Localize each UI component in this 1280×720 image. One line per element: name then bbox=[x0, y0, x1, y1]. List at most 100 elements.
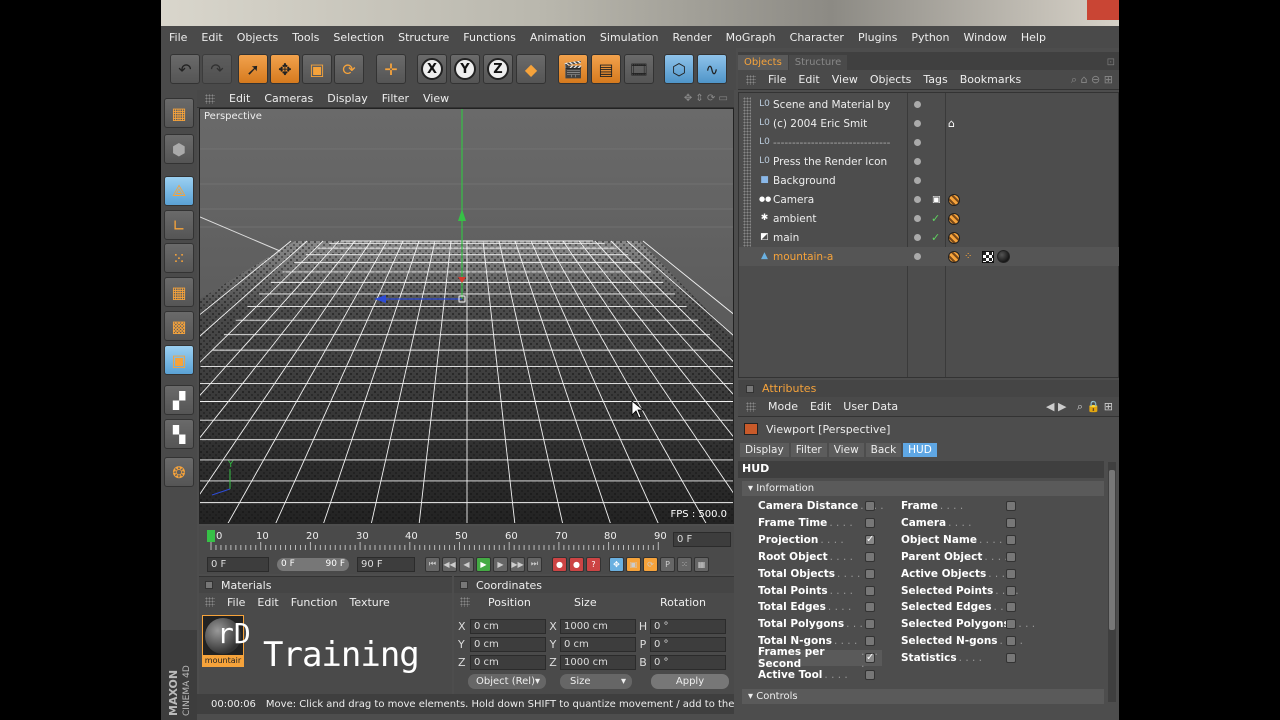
hud-option-checkbox[interactable] bbox=[1006, 585, 1016, 596]
tab-objects[interactable]: Objects bbox=[738, 55, 788, 70]
hud-option-checkbox[interactable] bbox=[1006, 568, 1016, 579]
hud-option-row[interactable]: Frames per Second. . . . bbox=[758, 646, 882, 670]
panel-close-icon[interactable] bbox=[460, 581, 468, 589]
render-region-button[interactable]: ▤ bbox=[591, 54, 621, 84]
autokey-button[interactable]: ● bbox=[569, 556, 584, 572]
hud-option-checkbox[interactable]: ✓ bbox=[865, 653, 875, 664]
hud-option-row[interactable]: Selected N-gons. . . . bbox=[901, 633, 1023, 649]
menu-selection[interactable]: Selection bbox=[333, 31, 384, 44]
use-model-button[interactable]: ▦ bbox=[164, 98, 194, 128]
hud-option-checkbox[interactable] bbox=[1006, 653, 1016, 664]
live-selection-button[interactable]: ➚ bbox=[238, 54, 268, 84]
add-spline-button[interactable]: ∿ bbox=[697, 54, 727, 84]
list-item-selected[interactable]: ▲ mountain-a ⁘ bbox=[739, 247, 1119, 266]
render-view-button[interactable]: 🎬 bbox=[558, 54, 588, 84]
vp-menu-filter[interactable]: Filter bbox=[382, 92, 409, 105]
attr-menu-userdata[interactable]: User Data bbox=[843, 400, 898, 413]
menu-help[interactable]: Help bbox=[1021, 31, 1046, 44]
x-axis-button[interactable]: X bbox=[417, 54, 447, 84]
hud-option-checkbox[interactable] bbox=[865, 551, 875, 562]
timeline-ruler[interactable]: 0 10 20 30 40 50 60 70 80 90 bbox=[199, 526, 734, 554]
vp-menu-view[interactable]: View bbox=[423, 92, 449, 105]
tab-structure[interactable]: Structure bbox=[788, 55, 848, 70]
visibility-dot[interactable] bbox=[914, 234, 921, 241]
timeline-playhead[interactable] bbox=[207, 530, 215, 542]
attr-menu-edit[interactable]: Edit bbox=[810, 400, 831, 413]
attr-nav-icons[interactable]: ◀ ▶ ⌕ 🔒 ⊞ bbox=[1046, 400, 1113, 414]
material-tag-icon[interactable] bbox=[997, 250, 1010, 263]
obj-menu-tags[interactable]: Tags bbox=[923, 73, 947, 86]
next-key-button[interactable]: ▶▶ bbox=[510, 556, 525, 572]
obj-menu-view[interactable]: View bbox=[832, 73, 858, 86]
list-item[interactable]: L0 Press the Render Icon bbox=[739, 152, 1119, 171]
uvw-tag-icon[interactable] bbox=[982, 250, 994, 263]
current-frame-field[interactable]: 0 F bbox=[673, 532, 731, 547]
transform-tool-button[interactable]: ✛ bbox=[376, 54, 406, 84]
visibility-dot[interactable] bbox=[914, 158, 921, 165]
hud-option-row[interactable]: Total Edges. . . . bbox=[758, 599, 851, 615]
list-item[interactable]: ◩ main ✓ bbox=[739, 228, 1119, 247]
key-parameter-button[interactable]: P bbox=[660, 556, 675, 572]
rotation-h-field[interactable]: 0 ° bbox=[650, 618, 726, 634]
size-y-field[interactable]: 0 cm bbox=[560, 636, 636, 652]
hud-option-checkbox[interactable] bbox=[1006, 551, 1016, 562]
hud-option-row[interactable]: Frame Time. . . . bbox=[758, 515, 853, 531]
hud-option-checkbox[interactable] bbox=[1006, 534, 1016, 545]
menu-edit[interactable]: Edit bbox=[201, 31, 222, 44]
list-item[interactable]: ●● Camera ▣ bbox=[739, 190, 1119, 209]
enabled-check-icon[interactable]: ✓ bbox=[931, 212, 940, 225]
menu-mograph[interactable]: MoGraph bbox=[726, 31, 776, 44]
visibility-dot[interactable] bbox=[914, 196, 921, 203]
key-position-button[interactable]: ✥ bbox=[609, 556, 624, 572]
visibility-dot[interactable] bbox=[914, 139, 921, 146]
goto-end-button[interactable]: ⏭ bbox=[527, 556, 542, 572]
timeline[interactable]: 0 10 20 30 40 50 60 70 80 90 0 F bbox=[199, 526, 734, 554]
prev-key-button[interactable]: ◀◀ bbox=[442, 556, 457, 572]
grip-icon[interactable] bbox=[205, 597, 215, 607]
playback-options-button[interactable]: ▦ bbox=[694, 556, 709, 572]
hud-option-checkbox[interactable] bbox=[865, 517, 875, 528]
tab-display[interactable]: Display bbox=[740, 442, 789, 457]
texture-tag-icon[interactable] bbox=[948, 231, 960, 244]
position-x-field[interactable]: 0 cm bbox=[470, 618, 546, 634]
tab-view[interactable]: View bbox=[828, 442, 864, 457]
hud-option-checkbox[interactable] bbox=[1006, 602, 1016, 613]
phong-tag-icon[interactable]: ⁘ bbox=[964, 251, 972, 262]
hud-option-checkbox[interactable] bbox=[865, 568, 875, 579]
size-mode-dropdown[interactable]: Size ▾ bbox=[560, 674, 632, 689]
vp-menu-display[interactable]: Display bbox=[327, 92, 368, 105]
hud-option-checkbox[interactable] bbox=[865, 602, 875, 613]
hud-option-row[interactable]: Active Tool. . . . bbox=[758, 667, 848, 683]
close-region[interactable] bbox=[1087, 0, 1119, 20]
hud-option-row[interactable]: Projection. . . . bbox=[758, 532, 844, 548]
use-edges-button[interactable]: ▦ bbox=[164, 277, 194, 307]
home-tag-icon[interactable]: ⌂ bbox=[948, 117, 955, 130]
controls-section[interactable]: ▾ Controls bbox=[742, 689, 1104, 704]
list-item[interactable]: L0 ------------------------------- bbox=[739, 133, 1119, 152]
panel-close-icon[interactable] bbox=[746, 384, 754, 393]
attributes-scrollbar[interactable] bbox=[1108, 462, 1116, 702]
vp-menu-cameras[interactable]: Cameras bbox=[264, 92, 313, 105]
grip-icon[interactable] bbox=[746, 401, 756, 412]
menu-python[interactable]: Python bbox=[911, 31, 949, 44]
menu-window[interactable]: Window bbox=[964, 31, 1007, 44]
use-points-button[interactable]: ⁙ bbox=[164, 243, 194, 273]
size-x-field[interactable]: 1000 cm bbox=[560, 618, 636, 634]
y-axis-button[interactable]: Y bbox=[450, 54, 480, 84]
menu-simulation[interactable]: Simulation bbox=[600, 31, 659, 44]
hud-option-row[interactable]: Selected Edges. . . . bbox=[901, 599, 1017, 615]
play-button[interactable]: ▶ bbox=[476, 556, 491, 572]
position-z-field[interactable]: 0 cm bbox=[470, 654, 546, 670]
hud-option-checkbox[interactable] bbox=[865, 670, 875, 680]
goto-start-button[interactable]: ⏮ bbox=[425, 556, 440, 572]
use-object-button[interactable]: ⬢ bbox=[164, 134, 194, 164]
position-y-field[interactable]: 0 cm bbox=[470, 636, 546, 652]
hud-option-checkbox[interactable] bbox=[865, 585, 875, 596]
rotate-tool-button[interactable]: ⟳ bbox=[334, 54, 364, 84]
grip-icon[interactable] bbox=[746, 74, 756, 85]
visibility-dot[interactable] bbox=[914, 253, 921, 260]
use-object-axis-button[interactable]: ⟁ bbox=[164, 176, 194, 206]
menu-plugins[interactable]: Plugins bbox=[858, 31, 897, 44]
hud-option-checkbox[interactable] bbox=[1006, 517, 1016, 528]
hud-option-row[interactable]: Camera. . . . bbox=[901, 515, 972, 531]
